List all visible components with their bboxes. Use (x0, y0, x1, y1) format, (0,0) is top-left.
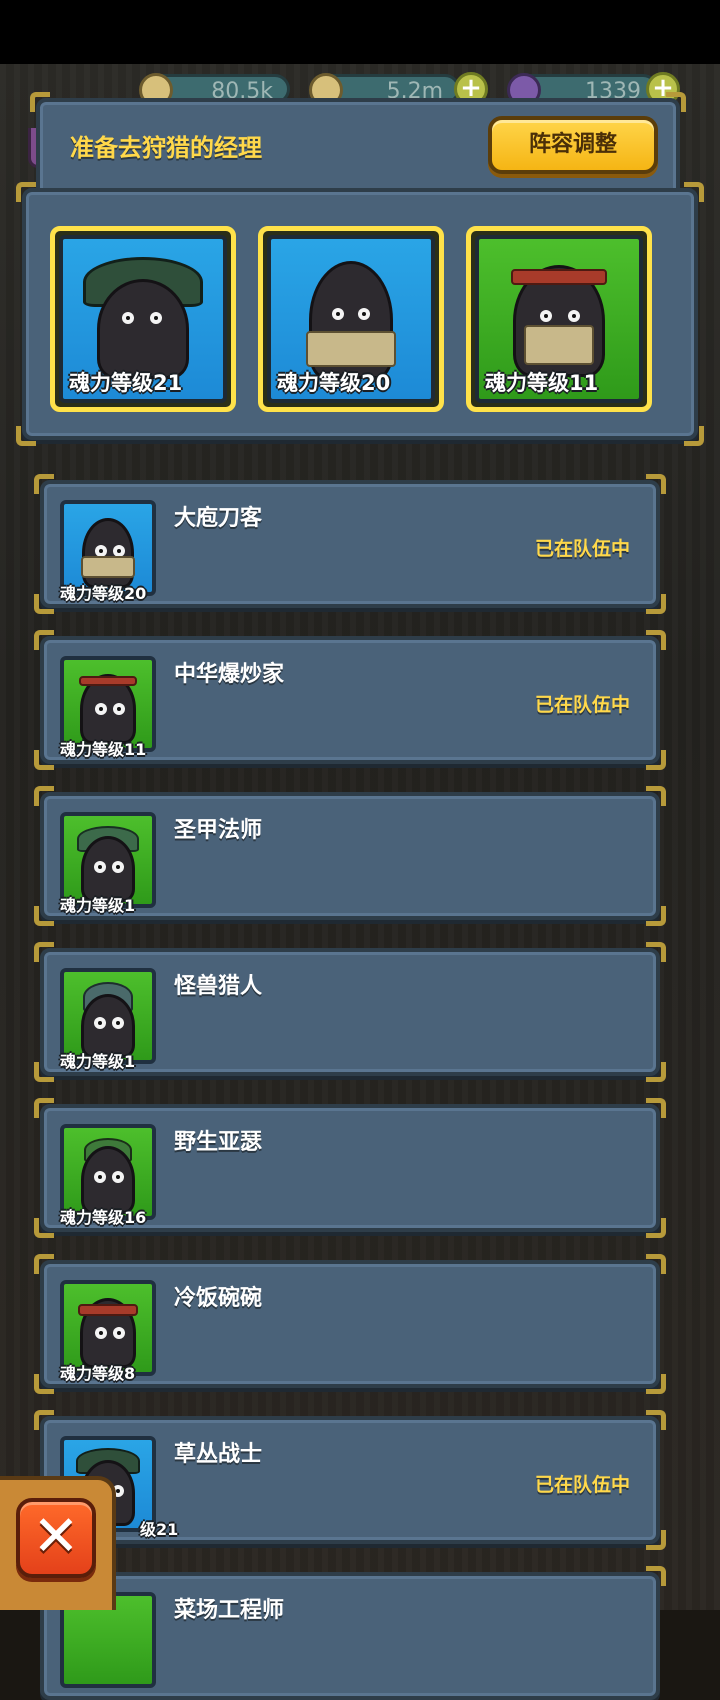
roster-item[interactable]: 魂力等级11 中华爆炒家 已在队伍中 (34, 630, 666, 770)
roster-item[interactable]: 魂力等级16 野生亚瑟 (34, 1098, 666, 1238)
in-team-status: 已在队伍中 (534, 694, 630, 716)
panel-corner (16, 182, 36, 202)
roster-item[interactable]: 魂力等级20 大庖刀客 已在队伍中 (34, 474, 666, 614)
roster-name: 圣甲法师 (174, 818, 263, 843)
roster-level: 魂力等级8 (60, 1364, 136, 1383)
page-title: 准备去狩猎的经理 (70, 134, 262, 162)
roster-level: 级21 (140, 1520, 179, 1539)
team-panel: 魂力等级21 魂力等级20 魂力等级11 (16, 182, 704, 446)
slot-portrait: 魂力等级21 (59, 235, 227, 403)
roster-item[interactable]: 魂力等级1 怪兽猎人 (34, 942, 666, 1082)
close-button-frame: ✕ (0, 1476, 116, 1610)
roster-name: 怪兽猎人 (174, 974, 263, 999)
slot-level-label: 魂力等级20 (277, 371, 391, 395)
slot-portrait: 魂力等级20 (267, 235, 435, 403)
slot-level-label: 魂力等级21 (69, 371, 183, 395)
cloth-icon (306, 331, 396, 367)
panel-corner (666, 92, 686, 112)
bandana-icon (78, 1304, 138, 1316)
roster-item[interactable]: 菜场工程师 (34, 1566, 666, 1700)
roster-name: 冷饭碗碗 (174, 1286, 263, 1311)
panel-corner (684, 182, 704, 202)
roster-level: 魂力等级16 (60, 1208, 147, 1227)
roster-name: 野生亚瑟 (174, 1130, 263, 1155)
roster-name: 菜场工程师 (174, 1598, 285, 1623)
panel-corner (30, 92, 50, 112)
in-team-status: 已在队伍中 (534, 1474, 630, 1496)
panel-corner (684, 426, 704, 446)
close-button[interactable]: ✕ (16, 1498, 96, 1578)
lineup-adjust-button[interactable]: 阵容调整 (488, 116, 658, 174)
roster-name: 草丛战士 (174, 1442, 263, 1467)
roster-level: 魂力等级1 (60, 896, 136, 915)
cloth-icon (81, 556, 135, 578)
slot-level-label: 魂力等级11 (485, 371, 599, 395)
roster-item[interactable]: 级21 草丛战士 已在队伍中 (34, 1410, 666, 1550)
slot-portrait: 魂力等级11 (475, 235, 643, 403)
status-bar (0, 0, 720, 64)
roster-item[interactable]: 魂力等级8 冷饭碗碗 (34, 1254, 666, 1394)
roster-level: 魂力等级1 (60, 1052, 136, 1071)
roster-level: 魂力等级11 (60, 740, 147, 759)
team-slot-3[interactable]: 魂力等级11 (466, 226, 652, 412)
in-team-status: 已在队伍中 (534, 538, 630, 560)
roster-item[interactable]: 魂力等级1 圣甲法师 (34, 786, 666, 926)
roster-level: 魂力等级20 (60, 584, 147, 603)
roster-name: 大庖刀客 (174, 506, 263, 531)
cloth-icon (524, 325, 594, 365)
team-slot-2[interactable]: 魂力等级20 (258, 226, 444, 412)
character-icon (97, 279, 189, 379)
bandana-icon (79, 676, 137, 686)
roster-name: 中华爆炒家 (174, 662, 285, 687)
header-panel: 准备去狩猎的经理 阵容调整 (30, 92, 686, 198)
bandana-icon (511, 269, 607, 285)
panel-corner (16, 426, 36, 446)
team-slot-1[interactable]: 魂力等级21 (50, 226, 236, 412)
